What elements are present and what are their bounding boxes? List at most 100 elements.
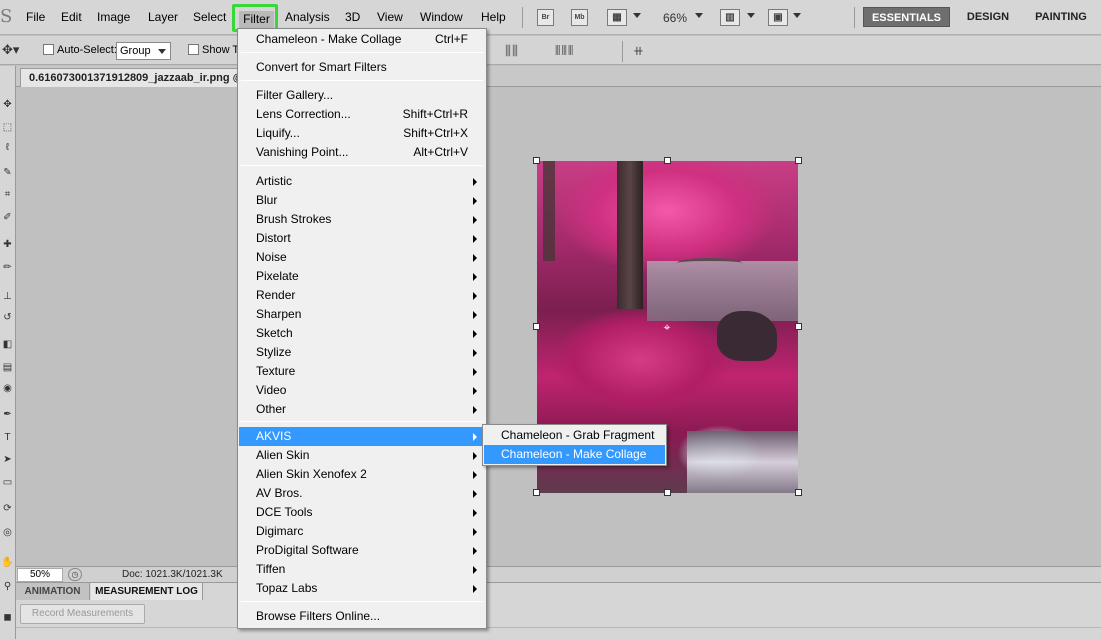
menu-item-digimarc[interactable]: Digimarc <box>239 522 485 541</box>
menu-item-vanishing-point[interactable]: Vanishing Point... Alt+Ctrl+V <box>239 143 485 162</box>
pen-tool-icon[interactable]: ✒ <box>1 408 14 421</box>
eraser-tool-icon[interactable]: ◧ <box>1 338 14 351</box>
chevron-down-icon[interactable] <box>695 13 703 18</box>
move-tool-icon[interactable]: ✥▾ <box>2 42 19 58</box>
auto-select-dropdown[interactable]: Group <box>116 42 171 60</box>
zoom-tool-icon[interactable]: ⚲ <box>1 580 14 593</box>
foreground-color-icon[interactable]: ◼ <box>1 611 14 624</box>
transform-handle[interactable] <box>533 157 540 164</box>
menu-item-av-bros[interactable]: AV Bros. <box>239 484 485 503</box>
show-transform-checkbox[interactable] <box>188 44 199 55</box>
transform-handle[interactable] <box>664 489 671 496</box>
menu-item-stylize[interactable]: Stylize <box>239 343 485 362</box>
status-info-icon[interactable]: ◷ <box>68 568 82 581</box>
distribute-icon[interactable]: ⫴⫴⫴ <box>555 43 574 59</box>
screen-mode-icon[interactable]: ▣ <box>768 9 788 26</box>
menu-item-blur[interactable]: Blur <box>239 191 485 210</box>
menu-3d[interactable]: 3D <box>345 10 360 24</box>
menu-image[interactable]: Image <box>97 10 130 24</box>
chevron-down-icon[interactable] <box>633 13 641 18</box>
menu-item-akvis[interactable]: AKVIS <box>239 427 485 446</box>
workspace-painting-button[interactable]: PAINTING <box>1026 7 1096 27</box>
menu-item-convert-smart-filters[interactable]: Convert for Smart Filters <box>239 58 485 77</box>
arrange-documents-icon[interactable]: ▥ <box>720 9 740 26</box>
menu-select[interactable]: Select <box>193 10 226 24</box>
menu-filter[interactable]: Filter <box>239 11 274 28</box>
menu-item-artistic[interactable]: Artistic <box>239 172 485 191</box>
chevron-down-icon[interactable] <box>793 13 801 18</box>
history-brush-tool-icon[interactable]: ↺ <box>1 311 14 324</box>
menu-item-alien-skin[interactable]: Alien Skin <box>239 446 485 465</box>
document-tab[interactable]: 0.616073001371912809_jazzaab_ir.png @ <box>20 68 253 87</box>
menu-item-texture[interactable]: Texture <box>239 362 485 381</box>
menu-item-tiffen[interactable]: Tiffen <box>239 560 485 579</box>
transform-handle[interactable] <box>664 157 671 164</box>
menu-item-sketch[interactable]: Sketch <box>239 324 485 343</box>
path-selection-tool-icon[interactable]: ➤ <box>1 453 14 466</box>
menu-window[interactable]: Window <box>420 10 463 24</box>
eyedropper-tool-icon[interactable]: ✐ <box>1 211 14 224</box>
bridge-icon[interactable]: Br <box>537 9 554 26</box>
menu-item-render[interactable]: Render <box>239 286 485 305</box>
chevron-down-icon[interactable] <box>747 13 755 18</box>
menu-item-topaz-labs[interactable]: Topaz Labs <box>239 579 485 598</box>
tab-animation[interactable]: ANIMATION <box>16 583 90 600</box>
healing-brush-tool-icon[interactable]: ✚ <box>1 238 14 251</box>
menu-item-browse-filters-online[interactable]: Browse Filters Online... <box>239 607 485 626</box>
menu-edit[interactable]: Edit <box>61 10 82 24</box>
menu-item-brush-strokes[interactable]: Brush Strokes <box>239 210 485 229</box>
record-measurements-button[interactable]: Record Measurements <box>20 604 145 624</box>
menu-item-pixelate[interactable]: Pixelate <box>239 267 485 286</box>
align-icon[interactable]: ⫼⫼ <box>505 43 519 59</box>
zoom-field[interactable]: 50% <box>17 568 63 582</box>
3d-rotate-tool-icon[interactable]: ⟳ <box>1 502 14 515</box>
menu-item-distort[interactable]: Distort <box>239 229 485 248</box>
menu-analysis[interactable]: Analysis <box>285 10 330 24</box>
menu-item-sharpen[interactable]: Sharpen <box>239 305 485 324</box>
menu-item-filter-gallery[interactable]: Filter Gallery... <box>239 86 485 105</box>
menu-item-alien-skin-xenofex[interactable]: Alien Skin Xenofex 2 <box>239 465 485 484</box>
shape-tool-icon[interactable]: ▭ <box>1 476 14 489</box>
menu-item-prodigital[interactable]: ProDigital Software <box>239 541 485 560</box>
menu-item-other[interactable]: Other <box>239 400 485 419</box>
menu-layer[interactable]: Layer <box>148 10 178 24</box>
gradient-tool-icon[interactable]: ▤ <box>1 361 14 374</box>
quick-select-tool-icon[interactable]: ✎ <box>1 166 14 179</box>
menu-item-lens-correction[interactable]: Lens Correction... Shift+Ctrl+R <box>239 105 485 124</box>
menu-item-dce-tools[interactable]: DCE Tools <box>239 503 485 522</box>
menu-item-video[interactable]: Video <box>239 381 485 400</box>
submenu-item-make-collage[interactable]: Chameleon - Make Collage <box>484 445 665 464</box>
type-tool-icon[interactable]: T <box>1 431 14 444</box>
menu-item-last-filter[interactable]: Chameleon - Make Collage Ctrl+F <box>239 30 485 49</box>
marquee-tool-icon[interactable]: ⬚ <box>1 121 14 134</box>
workspace-essentials-button[interactable]: ESSENTIALS <box>863 7 950 27</box>
menu-item-liquify[interactable]: Liquify... Shift+Ctrl+X <box>239 124 485 143</box>
transform-handle[interactable] <box>795 323 802 330</box>
menu-item-noise[interactable]: Noise <box>239 248 485 267</box>
move-tool-icon[interactable]: ✥ <box>1 98 14 111</box>
submenu-item-grab-fragment[interactable]: Chameleon - Grab Fragment <box>484 426 665 445</box>
view-extras-icon[interactable]: ▦ <box>607 9 627 26</box>
zoom-level[interactable]: 66% <box>663 11 687 25</box>
mini-bridge-icon[interactable]: Mb <box>571 9 588 26</box>
hand-tool-icon[interactable]: ✋ <box>1 556 14 569</box>
transform-handle[interactable] <box>795 157 802 164</box>
document-size[interactable]: Doc: 1021.3K/1021.3K <box>122 569 223 580</box>
lasso-tool-icon[interactable]: ℓ <box>1 141 14 154</box>
auto-align-icon[interactable]: ⧺ <box>633 43 645 59</box>
menu-view[interactable]: View <box>377 10 403 24</box>
menu-file[interactable]: File <box>26 10 45 24</box>
brush-tool-icon[interactable]: ✏ <box>1 261 14 274</box>
3d-orbit-tool-icon[interactable]: ◎ <box>1 526 14 539</box>
transform-handle[interactable] <box>533 323 540 330</box>
transform-handle[interactable] <box>795 489 802 496</box>
clone-stamp-tool-icon[interactable]: ⊥ <box>1 290 14 303</box>
tab-measurement-log[interactable]: MEASUREMENT LOG <box>91 583 203 600</box>
crop-tool-icon[interactable]: ⌗ <box>1 188 14 201</box>
blur-tool-icon[interactable]: ◉ <box>1 382 14 395</box>
menu-help[interactable]: Help <box>481 10 506 24</box>
auto-select-checkbox[interactable] <box>43 44 54 55</box>
reference-point-icon[interactable]: ⌖ <box>661 321 673 333</box>
transform-handle[interactable] <box>533 489 540 496</box>
workspace-design-button[interactable]: DESIGN <box>958 7 1018 27</box>
